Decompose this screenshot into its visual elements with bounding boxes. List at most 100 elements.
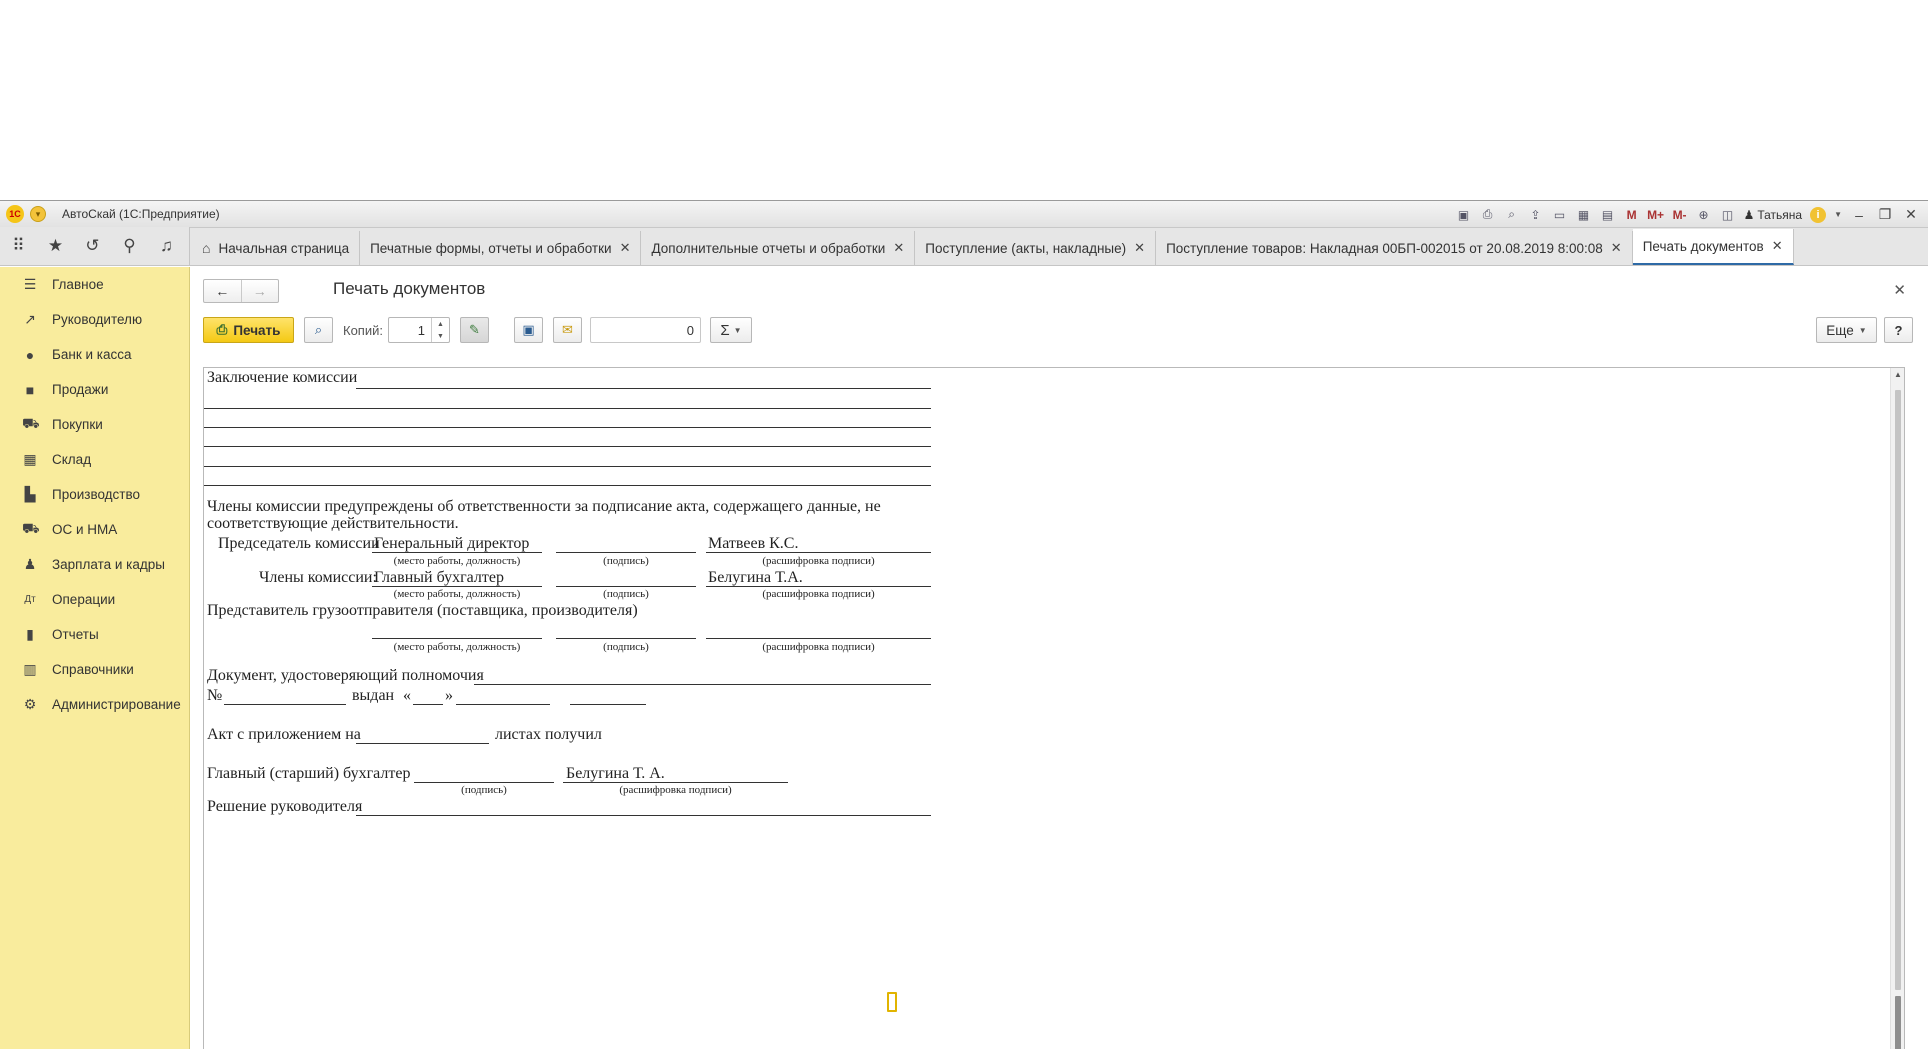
caption-signature: (подпись) [603,588,649,600]
save-icon[interactable]: ▣ [1456,207,1472,223]
shipper-representative-label: Представитель грузоотправителя (поставщи… [207,602,638,619]
chevron-down-icon[interactable]: ▼ [1834,210,1842,219]
sidebar-item-directories[interactable]: ▥ Справочники [0,652,189,687]
doc-icon[interactable]: ▭ [1552,207,1568,223]
tab-print-documents[interactable]: Печать документов ✕ [1632,229,1794,265]
caption-decode: (расшифровка подписи) [619,784,732,796]
blank-area [0,0,1928,200]
caption-signature: (подпись) [603,555,649,567]
close-icon[interactable]: ✕ [893,240,904,256]
sidebar-item-production[interactable]: ▙ Производство [0,477,189,512]
user-menu[interactable]: ♟ Татьяна [1744,208,1803,222]
sidebar-item-bank[interactable]: ● Банк и касса [0,337,189,372]
sidebar-item-operations[interactable]: Дт Операции [0,582,189,617]
close-form-icon[interactable]: ✕ [1893,281,1906,299]
sidebar-item-label: Зарплата и кадры [52,557,165,572]
fill-line [563,782,788,783]
minimize-icon[interactable]: – [1850,207,1868,223]
history-icon[interactable]: ↺ [74,227,111,265]
fill-line [372,638,542,639]
print-button[interactable]: ⎙ Печать [203,317,294,343]
close-window-icon[interactable]: ✕ [1902,206,1920,223]
user-icon: ♟ [1743,207,1755,222]
fill-line [372,586,542,587]
scroll-track[interactable] [1895,390,1901,990]
memory-mminus-button[interactable]: M- [1672,207,1688,223]
sum-button[interactable]: Σ ▼ [710,317,752,343]
sum-field[interactable]: 0 [590,317,701,343]
tab-home[interactable]: ⌂ Начальная страница [190,231,361,265]
sidebar-item-label: Операции [52,592,116,607]
search-icon[interactable]: ⚲ [111,227,148,265]
tab-additional-reports[interactable]: Дополнительные отчеты и обработки ✕ [641,231,916,265]
panel-icon[interactable]: ◫ [1720,207,1736,223]
sidebar-item-sales[interactable]: ■ Продажи [0,372,189,407]
calculator-icon[interactable]: ▦ [1576,207,1592,223]
1c-logo-icon[interactable]: 1С [6,205,24,223]
sidebar-item-main[interactable]: ☰ Главное [0,267,189,302]
edit-toggle-button[interactable]: ✎ [460,317,489,343]
calendar-icon[interactable]: ▤ [1600,207,1616,223]
copies-stepper[interactable]: ▲ ▼ [431,318,449,342]
more-button[interactable]: Еще ▼ [1816,317,1877,343]
sidebar-item-manager[interactable]: ↗ Руководителю [0,302,189,337]
scroll-thumb[interactable] [1895,996,1901,1049]
spreadsheet-document[interactable]: Заключение комиссии Члены комиссии преду… [203,367,1905,1049]
chairman-name: Матвеев К.С. [708,535,799,552]
sidebar-item-label: Покупки [52,417,103,432]
page-title: Печать документов [333,279,486,298]
restore-icon[interactable]: ❐ [1876,206,1894,223]
apps-grid-icon[interactable]: ⠿ [0,227,37,265]
sidebar-item-label: Производство [52,487,141,502]
bag-icon: ■ [25,381,35,398]
forward-button[interactable]: → [240,280,279,302]
caption-signature: (подпись) [461,784,507,796]
preview-icon[interactable]: ⌕ [1504,207,1520,223]
books-icon: ▥ [23,661,37,677]
star-icon[interactable]: ★ [37,227,74,265]
print-icon[interactable]: ⎙ [1480,207,1496,223]
preview-button[interactable]: ⌕ [304,317,333,343]
close-icon[interactable]: ✕ [1611,240,1622,256]
truck-icon: ⛟ [22,520,40,536]
sidebar-item-administration[interactable]: ⚙ Администрирование [0,687,189,722]
tab-print-forms[interactable]: Печатные формы, отчеты и обработки ✕ [360,231,642,265]
sidebar-item-reports[interactable]: ▮ Отчеты [0,617,189,652]
sidebar-item-label: ОС и НМА [52,522,118,537]
bell-icon[interactable]: ♫ [148,227,185,265]
fill-line [413,704,443,705]
sum-value: 0 [686,322,694,338]
save-button[interactable]: ▣ [514,317,543,343]
sidebar-item-label: Справочники [52,662,134,677]
zoom-icon[interactable]: ⊕ [1696,207,1712,223]
tab-receipts[interactable]: Поступление (акты, накладные) ✕ [915,231,1157,265]
email-button[interactable]: ✉ [553,317,582,343]
sidebar-item-salary[interactable]: ♟ Зарплата и кадры [0,547,189,582]
caption-position: (место работы, должность) [393,641,521,653]
help-button[interactable]: ? [1884,317,1913,343]
tab-receipt-document[interactable]: Поступление товаров: Накладная 00БП-0020… [1156,231,1633,265]
stepper-up-icon[interactable]: ▲ [432,318,449,330]
sidebar-item-purchases[interactable]: ⛟ Покупки [0,407,189,442]
scroll-up-icon[interactable]: ▲ [1894,370,1902,379]
close-icon[interactable]: ✕ [1134,240,1145,256]
memory-m-button[interactable]: M [1624,207,1640,223]
fill-line [356,743,489,744]
caption-decode: (расшифровка подписи) [762,588,875,600]
close-icon[interactable]: ✕ [1772,238,1783,254]
upload-icon[interactable]: ⇪ [1528,207,1544,223]
sidebar-item-warehouse[interactable]: ▦ Склад [0,442,189,477]
app-title: АвтоСкай (1С:Предприятие) [62,207,220,221]
main-menu-icon[interactable]: ▾ [30,206,46,222]
sidebar-item-fixed-assets[interactable]: ⛟ ОС и НМА [0,512,189,547]
chairman-label: Председатель комиссии [218,535,380,552]
back-button[interactable]: ← [204,280,241,302]
close-icon[interactable]: ✕ [620,240,631,256]
info-icon[interactable]: i [1810,206,1827,223]
fill-line [204,408,931,409]
stepper-down-icon[interactable]: ▼ [432,330,449,342]
vertical-scrollbar[interactable]: ▲ [1890,368,1904,1049]
fill-line [570,704,646,705]
copies-input[interactable]: 1 ▲ ▼ [388,317,450,343]
memory-mplus-button[interactable]: M+ [1647,207,1664,223]
